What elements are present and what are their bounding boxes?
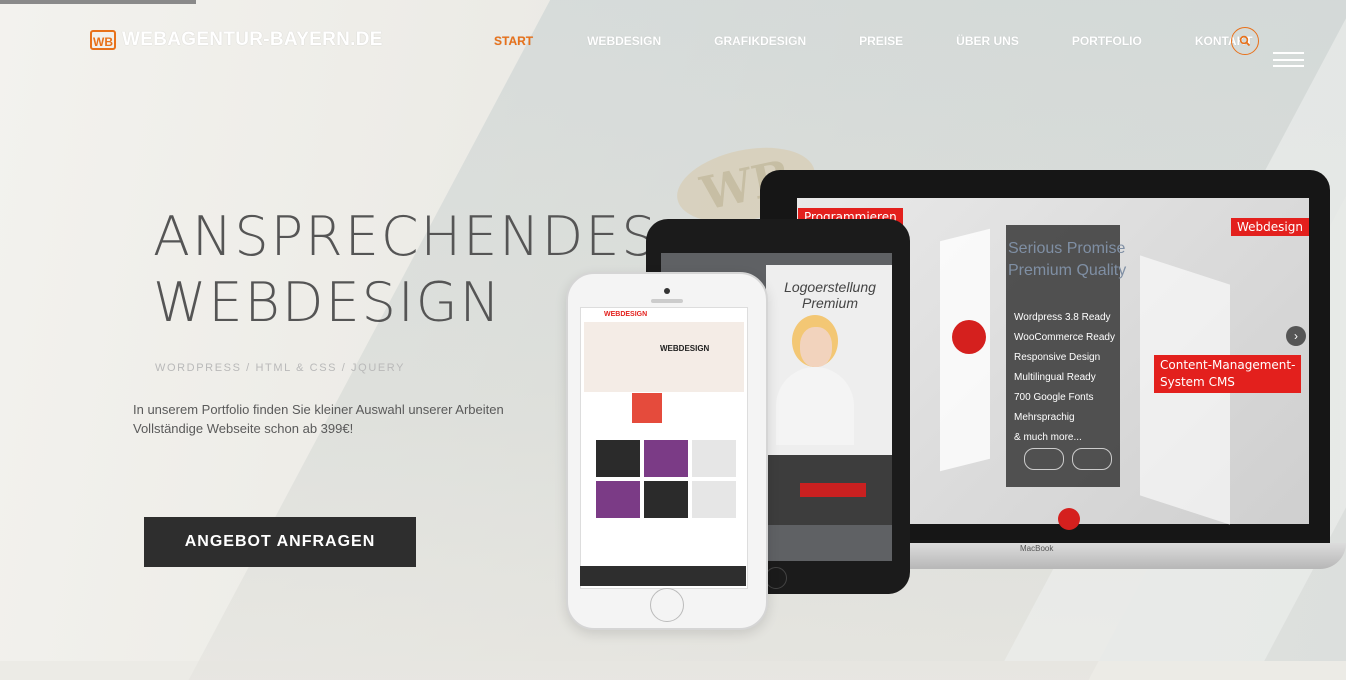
iphone-hero-label: WEBDESIGN (660, 344, 710, 353)
tag-cms: Content-Management- System CMS (1154, 355, 1302, 393)
site-name: WEBAGENTUR-BAYERN.DE (122, 29, 383, 50)
macbook-label: MacBook (1020, 544, 1054, 553)
ipad-title-line2: Premium (801, 295, 858, 311)
portfolio-thumb (596, 481, 640, 518)
iphone-brand: WEBDESIGN (604, 311, 648, 318)
portfolio-thumb (692, 440, 736, 477)
promise-line2: Premium Quality (1008, 262, 1127, 279)
hero-description-line2: Vollständige Webseite schon ab 399€! (133, 421, 354, 436)
portfolio-thumb (692, 481, 736, 518)
search-icon (1239, 35, 1251, 47)
feature-item: Mehrsprachig (1014, 412, 1075, 423)
screen-mini-button (1024, 448, 1064, 470)
portfolio-thumb (596, 440, 640, 477)
hero-tech-list: WORDPRESS / HTML & CSS / JQUERY (155, 362, 406, 374)
iphone-footer (580, 566, 746, 586)
promise-heading: Serious Promise Premium Quality (1008, 238, 1126, 282)
nav-item-webdesign[interactable]: WEBDESIGN (587, 34, 661, 48)
portfolio-thumb (644, 440, 688, 477)
tag-webdesign: Webdesign (1231, 218, 1309, 236)
feature-item: WooCommerce Ready (1014, 332, 1115, 343)
red-logo-badge (1058, 508, 1080, 530)
red-logo-badge (952, 320, 986, 354)
hero-description: In unserem Portfolio finden Sie kleiner … (133, 400, 504, 438)
nav-item-ueber-uns[interactable]: ÜBER UNS (956, 34, 1019, 48)
logo-mark-icon: WB (90, 30, 116, 50)
iphone-portfolio-grid (596, 440, 736, 518)
request-offer-button[interactable]: ANGEBOT ANFRAGEN (144, 517, 416, 567)
feature-item: 700 Google Fonts (1014, 392, 1094, 403)
iphone-home-button (650, 588, 684, 622)
hero-description-line1: In unserem Portfolio finden Sie kleiner … (133, 402, 504, 417)
ipad-title: Logoerstellung Premium (775, 279, 885, 311)
hero-title-line1: ANSPRECHENDES (153, 205, 658, 268)
feature-item: & much more... (1014, 432, 1082, 443)
nav-item-preise[interactable]: PREISE (859, 34, 903, 48)
tag-cms-line1: Content-Management- (1160, 358, 1296, 372)
iphone-speaker (651, 299, 683, 303)
hamburger-menu-icon[interactable] (1273, 52, 1304, 67)
screen-mini-button (1072, 448, 1112, 470)
iphone-hero-area (584, 322, 744, 392)
tag-cms-line2: System CMS (1160, 375, 1235, 389)
search-button[interactable] (1231, 27, 1259, 55)
feature-list: Wordpress 3.8 Ready WooCommerce Ready Re… (1014, 308, 1115, 448)
ipad-title-line1: Logoerstellung (784, 279, 876, 295)
chevron-right-icon: › (1286, 326, 1306, 346)
top-accent-line (0, 0, 196, 4)
portfolio-thumb (644, 481, 688, 518)
ipad-red-bar (800, 483, 866, 497)
feature-item: Multilingual Ready (1014, 372, 1096, 383)
main-navigation: START WEBDESIGN GRAFIKDESIGN PREISE ÜBER… (470, 34, 1253, 48)
site-logo[interactable]: WB WEBAGENTUR-BAYERN.DE (90, 29, 383, 51)
iphone-camera (664, 288, 670, 294)
feature-item: Wordpress 3.8 Ready (1014, 312, 1111, 323)
nav-item-portfolio[interactable]: PORTFOLIO (1072, 34, 1142, 48)
feature-item: Responsive Design (1014, 352, 1101, 363)
iphone-red-feature (632, 393, 662, 423)
nav-item-grafikdesign[interactable]: GRAFIKDESIGN (714, 34, 806, 48)
ipad-home-button (765, 567, 787, 589)
person-illustration (770, 315, 856, 445)
nav-item-start[interactable]: START (494, 34, 533, 48)
promise-line1: Serious Promise (1008, 240, 1126, 257)
screen-mini-buttons (1024, 448, 1112, 470)
